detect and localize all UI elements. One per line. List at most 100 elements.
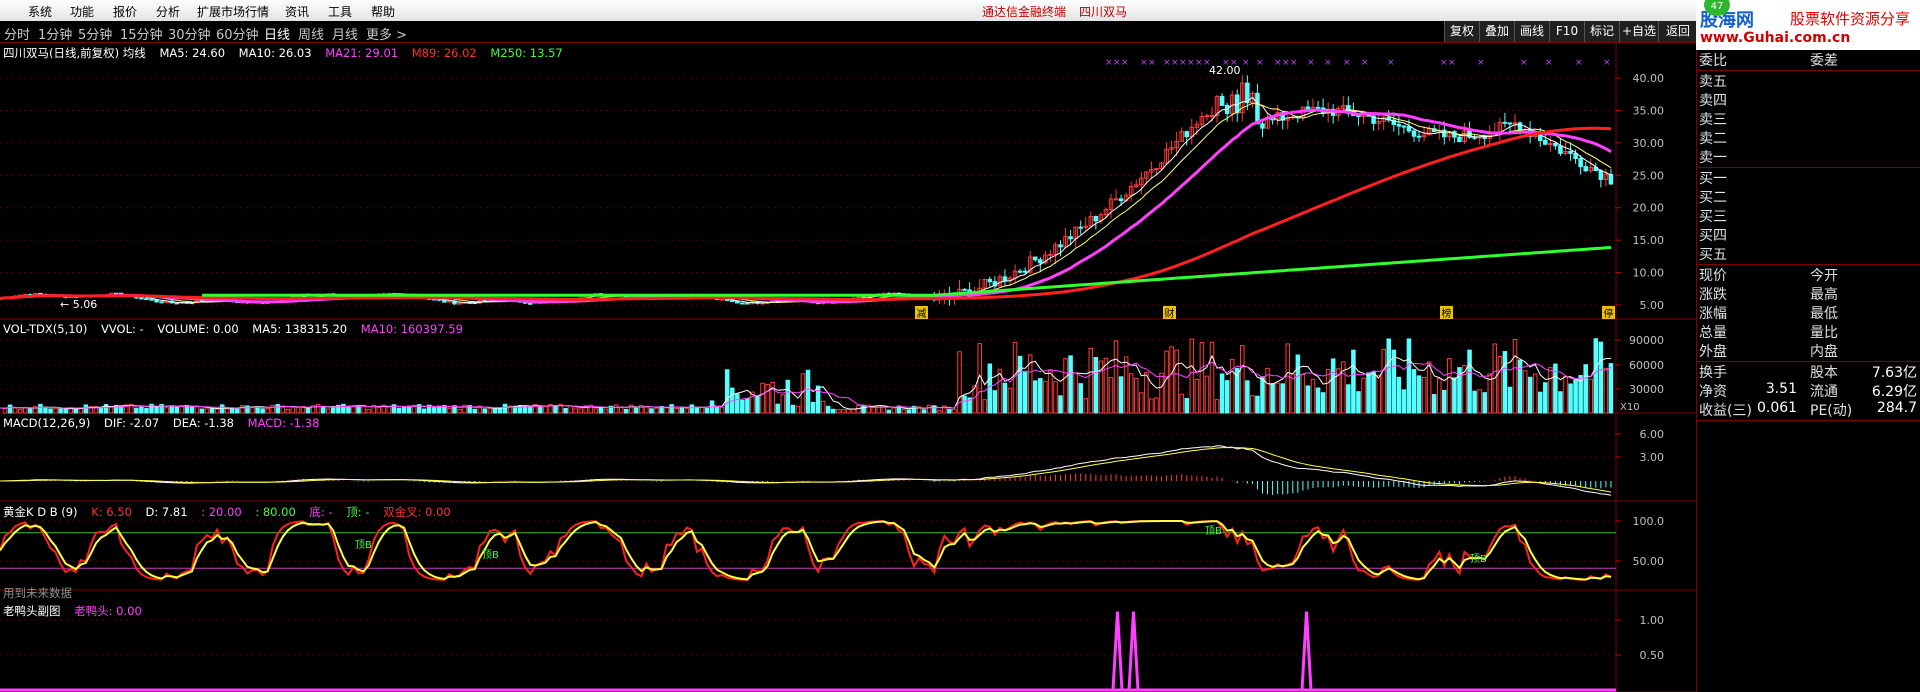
volume-bar: [1164, 350, 1169, 414]
volume-bar: [214, 408, 220, 414]
volume-bar: [1371, 371, 1376, 414]
menu-news[interactable]: 资讯: [285, 3, 309, 20]
bid-row-3[interactable]: 买三: [1697, 206, 1920, 225]
signal-x-marker: ×: [1520, 58, 1528, 68]
volume-bar: [224, 408, 230, 414]
tab-5min[interactable]: 5分钟: [78, 24, 112, 43]
bid5-label: 买五: [1699, 247, 1727, 263]
ask3-label: 卖三: [1699, 112, 1727, 128]
top-signal-label: 顶B: [1205, 525, 1222, 537]
tab-15min[interactable]: 15分钟: [120, 24, 163, 43]
volume-bar: [366, 408, 371, 414]
candle-body: [1537, 134, 1543, 141]
add-watchlist-button[interactable]: +自选: [1619, 21, 1658, 42]
pe-value: 284.7: [1876, 400, 1917, 416]
signal-x-marker: ×: [1179, 58, 1187, 68]
menu-help[interactable]: 帮助: [371, 3, 395, 20]
volume-bar: [1401, 389, 1407, 414]
volume-bar: [1078, 383, 1083, 414]
volume-bar: [230, 408, 235, 414]
candle-body: [1118, 198, 1124, 202]
back-button[interactable]: 返回: [1658, 21, 1697, 42]
ask-row-1[interactable]: 卖一: [1697, 147, 1920, 166]
ask-row-4[interactable]: 卖四: [1697, 90, 1920, 109]
signal-x-marker: ×: [1545, 58, 1553, 68]
commission-ratio-label: 委比: [1699, 53, 1727, 69]
volume-bar: [1144, 372, 1149, 414]
duck-signal-peak: [1300, 611, 1313, 691]
menu-bar: 系统 功能 报价 分析 扩展市场行情 资讯 工具 帮助 通达信金融终端 四川双马: [0, 0, 1920, 22]
signal-x-marker: ×: [1324, 58, 1332, 68]
volume-bar: [1411, 369, 1417, 414]
vol-panel-title: VOL-TDX(5,10) VVOL: - VOLUME: 0.00 MA5: …: [3, 322, 473, 336]
f10-button[interactable]: F10: [1549, 21, 1584, 42]
duck-panel-title: 老鸭头副图 老鸭头: 0.00: [3, 603, 152, 619]
ask-row-3[interactable]: 卖三: [1697, 109, 1920, 128]
volume-bar: [406, 405, 412, 414]
candle-body: [1002, 276, 1008, 282]
m89-line: [0, 126, 1612, 302]
volume-bar: [1396, 376, 1402, 414]
volume-bar: [820, 400, 826, 414]
ask-row-5[interactable]: 卖五: [1697, 71, 1920, 90]
ask-row-2[interactable]: 卖二: [1697, 128, 1920, 147]
volume-bar: [235, 407, 240, 414]
volume-bar: [164, 407, 169, 414]
volume-bar: [952, 408, 957, 414]
candle-body: [1578, 158, 1583, 168]
volume-bar: [144, 407, 149, 414]
bid-row-2[interactable]: 买二: [1697, 187, 1920, 206]
tab-daily[interactable]: 日线: [264, 24, 290, 43]
candle-body: [856, 296, 861, 299]
volume-bar: [1149, 398, 1154, 414]
volume-bar: [1346, 384, 1351, 414]
top-signal-label: 顶B: [482, 549, 499, 561]
volume-bar: [735, 393, 740, 414]
volume-bar: [28, 408, 33, 414]
volume-bar: [1467, 349, 1472, 414]
restore-rights-button[interactable]: 复权: [1444, 21, 1479, 42]
volume-value: VOLUME: 0.00: [157, 322, 239, 336]
volume-bar: [568, 405, 573, 414]
tab-monthly[interactable]: 月线: [332, 24, 358, 43]
bid-row-4[interactable]: 买四: [1697, 225, 1920, 244]
kline-chart-area[interactable]: 42.00← 5.06减财榜停× × × × × × × × × × × × × × × × × × × × × × × × ×…: [0, 43, 1696, 692]
tab-30min[interactable]: 30分钟: [168, 24, 211, 43]
tab-more[interactable]: 更多 >: [366, 24, 407, 43]
bid-row-1[interactable]: 买一: [1697, 168, 1920, 187]
volume-bar: [270, 404, 275, 414]
menu-analysis[interactable]: 分析: [156, 3, 180, 20]
volume-bar: [1366, 372, 1371, 414]
overlay-button[interactable]: 叠加: [1479, 21, 1514, 42]
tab-intraday[interactable]: 分时: [4, 24, 30, 43]
ask4-label: 卖四: [1699, 93, 1727, 109]
tab-1min[interactable]: 1分钟: [38, 24, 72, 43]
menu-system[interactable]: 系统: [28, 3, 52, 20]
turnover-row: 换手 股本 7.63亿: [1697, 362, 1920, 381]
signal-x-marker: ×: [1222, 58, 1230, 68]
tab-weekly[interactable]: 周线: [298, 24, 324, 43]
bid-row-5[interactable]: 买五: [1697, 244, 1920, 263]
menu-extended-market[interactable]: 扩展市场行情: [197, 3, 269, 20]
volume-bar: [714, 406, 720, 414]
candle-body: [1093, 215, 1099, 222]
volume-bar: [1083, 398, 1089, 414]
menu-function[interactable]: 功能: [70, 3, 94, 20]
macd-title: MACD(12,26,9): [3, 416, 91, 430]
volume-bar: [1507, 386, 1513, 414]
d-value: D: 7.81: [145, 505, 188, 519]
volume-bar: [553, 405, 558, 414]
menu-tools[interactable]: 工具: [328, 3, 352, 20]
draw-line-button[interactable]: 画线: [1514, 21, 1549, 42]
volume-bar: [1512, 338, 1518, 414]
volume-bar: [189, 406, 195, 414]
volume-bar: [1032, 380, 1038, 414]
menu-quote[interactable]: 报价: [113, 3, 137, 20]
volume-bar: [1048, 369, 1053, 414]
tab-60min[interactable]: 60分钟: [216, 24, 259, 43]
event-marker-label: 停: [1604, 307, 1614, 320]
mark-button[interactable]: 标记: [1584, 21, 1619, 42]
volume-bar: [260, 408, 265, 414]
price-tick-label: 35.00: [1633, 104, 1665, 117]
volume-bar: [841, 408, 846, 414]
